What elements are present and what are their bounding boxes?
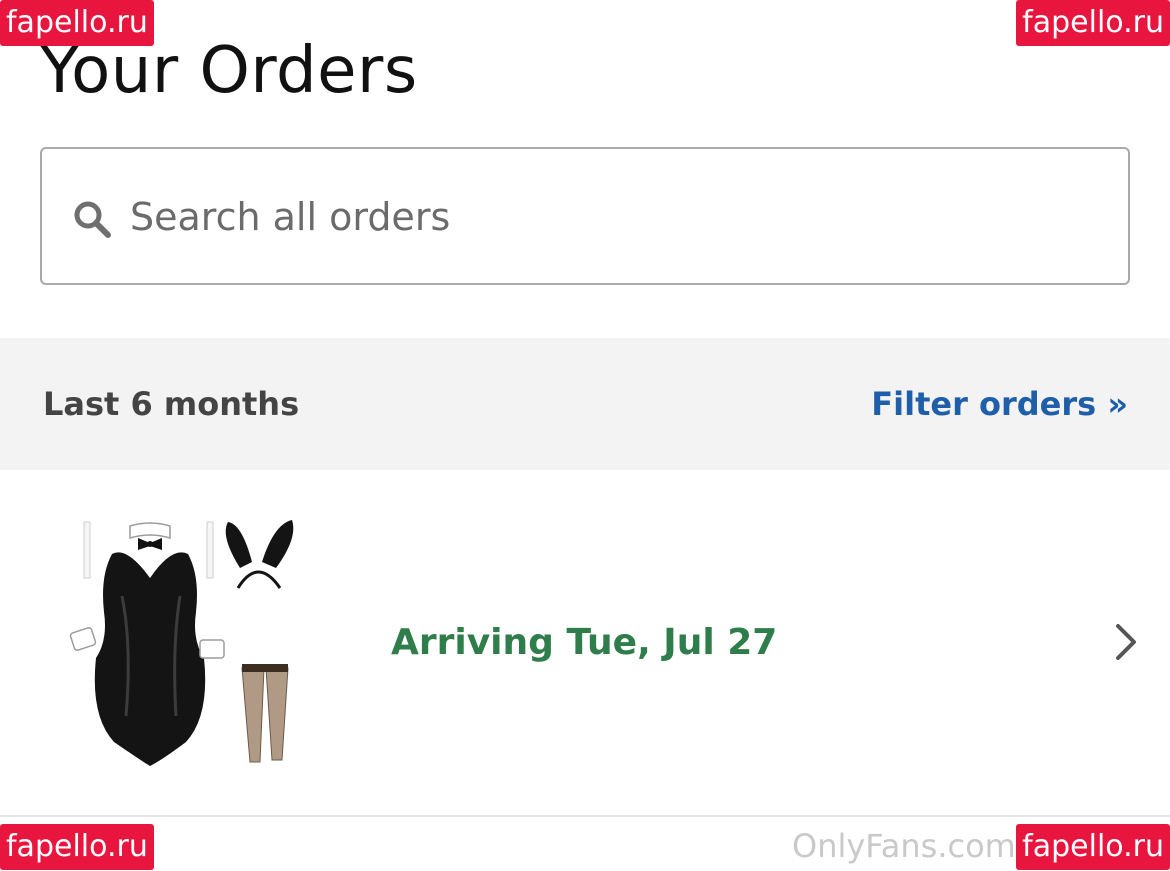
watermark-badge: fapello.ru [1016, 0, 1170, 46]
search-input[interactable] [130, 189, 1030, 245]
search-icon [74, 201, 111, 238]
chevron-right-icon[interactable] [1112, 620, 1142, 664]
filter-orders-link[interactable]: Filter orders » [871, 382, 1128, 426]
filter-bar: Last 6 months Filter orders » [0, 338, 1170, 470]
search-box[interactable] [40, 147, 1130, 285]
product-image [69, 520, 294, 766]
watermark-badge: fapello.ru [0, 0, 154, 46]
time-range-label: Last 6 months [43, 385, 300, 423]
watermark-badge: fapello.ru [0, 824, 154, 870]
delivery-status: Arriving Tue, Jul 27 [391, 622, 778, 663]
order-row[interactable]: Arriving Tue, Jul 27 [0, 470, 1170, 817]
watermark-badge: fapello.ru [1016, 824, 1170, 870]
footer-brand-text: OnlyFans.com [792, 827, 1016, 865]
